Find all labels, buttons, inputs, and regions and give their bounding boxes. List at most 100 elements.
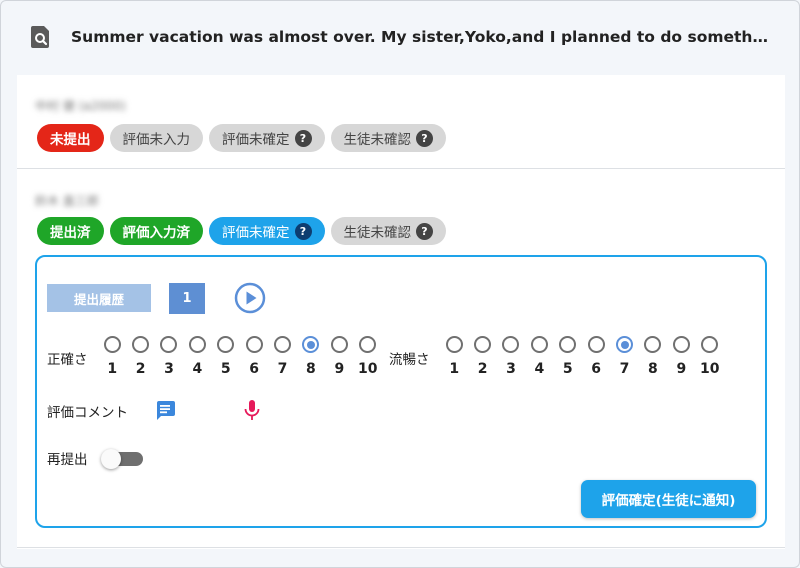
badge-label: 評価入力済 (122, 225, 191, 241)
status-badges: 提出済 評価入力済 評価未確定 ? 生徒未確認 ? (37, 217, 446, 245)
radio-button[interactable] (530, 336, 548, 353)
rating-option[interactable]: 5 (212, 336, 240, 377)
status-badge-student-unconfirmed: 生徒未確認 ? (330, 124, 446, 152)
status-badge-eval-not-entered: 評価未入力 (109, 124, 203, 152)
badge-label: 評価未確定 (222, 132, 290, 148)
radio-button[interactable] (188, 336, 206, 353)
radio-button[interactable] (559, 336, 577, 353)
rating-option[interactable]: 9 (667, 336, 695, 377)
radio-button[interactable] (359, 336, 377, 353)
criterion-label-fluency: 流暢さ (389, 352, 430, 368)
rating-number: 1 (107, 361, 118, 377)
student-name: 中村 健 (a2000) (35, 99, 126, 113)
comment-label: 評価コメント (47, 405, 128, 421)
help-icon[interactable]: ? (416, 129, 433, 147)
rating-option[interactable]: 5 (554, 336, 582, 377)
header-bar: Summer vacation was almost over. My sist… (1, 1, 799, 73)
help-icon[interactable]: ? (294, 129, 312, 147)
radio-button[interactable] (132, 336, 150, 353)
rating-number: 8 (306, 361, 316, 377)
radio-button[interactable] (701, 336, 719, 353)
radio-button[interactable] (160, 336, 178, 353)
rating-option[interactable]: 10 (696, 336, 724, 377)
criterion-label-accuracy: 正確さ (47, 352, 88, 368)
student-name: 鈴木 直三郎 (35, 194, 99, 208)
rating-number: 6 (249, 361, 260, 377)
rating-number: 5 (562, 361, 573, 377)
radio-button[interactable] (616, 336, 634, 353)
status-badge-eval-entered: 評価入力済 (109, 217, 203, 245)
rating-number: 4 (192, 361, 203, 377)
rating-option[interactable]: 10 (354, 336, 382, 377)
rating-number: 3 (506, 361, 516, 377)
radio-button[interactable] (587, 336, 605, 353)
rating-option[interactable]: 1 (440, 336, 468, 377)
resubmit-label: 再提出 (47, 452, 88, 468)
radio-button[interactable] (474, 336, 492, 353)
rating-number: 2 (477, 361, 488, 377)
rating-option[interactable]: 6 (582, 336, 610, 377)
status-badge-submitted: 提出済 (37, 217, 104, 245)
rating-option[interactable]: 4 (525, 336, 553, 377)
badge-label: 生徒未確認 (343, 225, 412, 241)
rating-option[interactable]: 7 (268, 336, 296, 377)
rating-option[interactable]: 3 (497, 336, 525, 377)
rating-number: 3 (164, 361, 174, 377)
rating-option[interactable]: 1 (98, 336, 126, 377)
rating-number: 6 (591, 361, 602, 377)
status-badge-not-submitted: 未提出 (37, 124, 104, 152)
badge-label: 評価未入力 (122, 132, 191, 148)
status-badge-eval-unconfirmed: 評価未確定 ? (209, 217, 325, 245)
student-row: 鈴木 直三郎 提出済 評価入力済 評価未確定 ? 生徒未確認 ? 提出履歴 1 … (17, 170, 785, 548)
badge-label: 未提出 (50, 132, 91, 148)
mic-icon[interactable] (243, 399, 261, 421)
fluency-scale: 1 2 3 4 5 6 7 8 9 10 (440, 336, 724, 377)
rating-number: 5 (220, 361, 231, 377)
rating-option[interactable]: 2 (126, 336, 154, 377)
rating-option[interactable]: 9 (325, 336, 353, 377)
radio-button[interactable] (445, 336, 463, 353)
rating-option[interactable]: 6 (240, 336, 268, 377)
radio-button[interactable] (274, 336, 292, 353)
search-icon (31, 26, 49, 48)
rating-number: 1 (449, 361, 460, 377)
rating-option[interactable]: 7 (610, 336, 638, 377)
app-frame: Summer vacation was almost over. My sist… (0, 0, 800, 568)
play-circle-icon[interactable] (234, 282, 266, 314)
rating-number: 2 (135, 361, 146, 377)
rating-option[interactable]: 8 (639, 336, 667, 377)
chat-icon[interactable] (154, 399, 176, 421)
rating-option[interactable]: 3 (155, 336, 183, 377)
accuracy-scale: 1 2 3 4 5 6 7 8 9 10 (98, 336, 382, 377)
radio-button[interactable] (502, 336, 520, 353)
status-badge-eval-unconfirmed: 評価未確定 ? (209, 124, 325, 152)
radio-button[interactable] (103, 336, 121, 353)
submission-count-button[interactable]: 1 (169, 283, 205, 314)
confirm-evaluation-button[interactable]: 評価確定(生徒に通知) (581, 480, 756, 518)
radio-button[interactable] (672, 336, 690, 353)
radio-button[interactable] (217, 336, 235, 353)
resubmit-toggle[interactable] (101, 449, 143, 469)
radio-button[interactable] (330, 336, 348, 353)
rating-number: 9 (334, 361, 345, 377)
rating-option[interactable]: 2 (468, 336, 496, 377)
help-icon[interactable]: ? (416, 222, 433, 240)
student-list: 中村 健 (a2000) 未提出 評価未入力 評価未確定 ? 生徒未確認 ? 鈴… (17, 75, 785, 549)
radio-button[interactable] (644, 336, 662, 353)
rating-number: 7 (277, 361, 288, 377)
submission-history-button[interactable]: 提出履歴 (47, 284, 151, 312)
radio-button[interactable] (302, 336, 320, 353)
toggle-knob (101, 449, 121, 469)
rating-option[interactable]: 4 (183, 336, 211, 377)
status-badges: 未提出 評価未入力 評価未確定 ? 生徒未確認 ? (37, 124, 446, 152)
help-icon[interactable]: ? (294, 222, 312, 240)
badge-label: 生徒未確認 (343, 132, 412, 148)
badge-label: 提出済 (50, 225, 91, 241)
student-row: 中村 健 (a2000) 未提出 評価未入力 評価未確定 ? 生徒未確認 ? (17, 75, 785, 169)
rating-number: 7 (619, 361, 630, 377)
rating-option[interactable]: 8 (297, 336, 325, 377)
rating-number: 10 (699, 361, 720, 377)
radio-button[interactable] (245, 336, 263, 353)
rating-number: 4 (534, 361, 545, 377)
evaluation-panel: 提出履歴 1 正確さ 1 2 3 4 5 6 7 8 9 10 流暢さ 1 2 3 4 5 6 7 8 9 10 評… (35, 255, 767, 528)
